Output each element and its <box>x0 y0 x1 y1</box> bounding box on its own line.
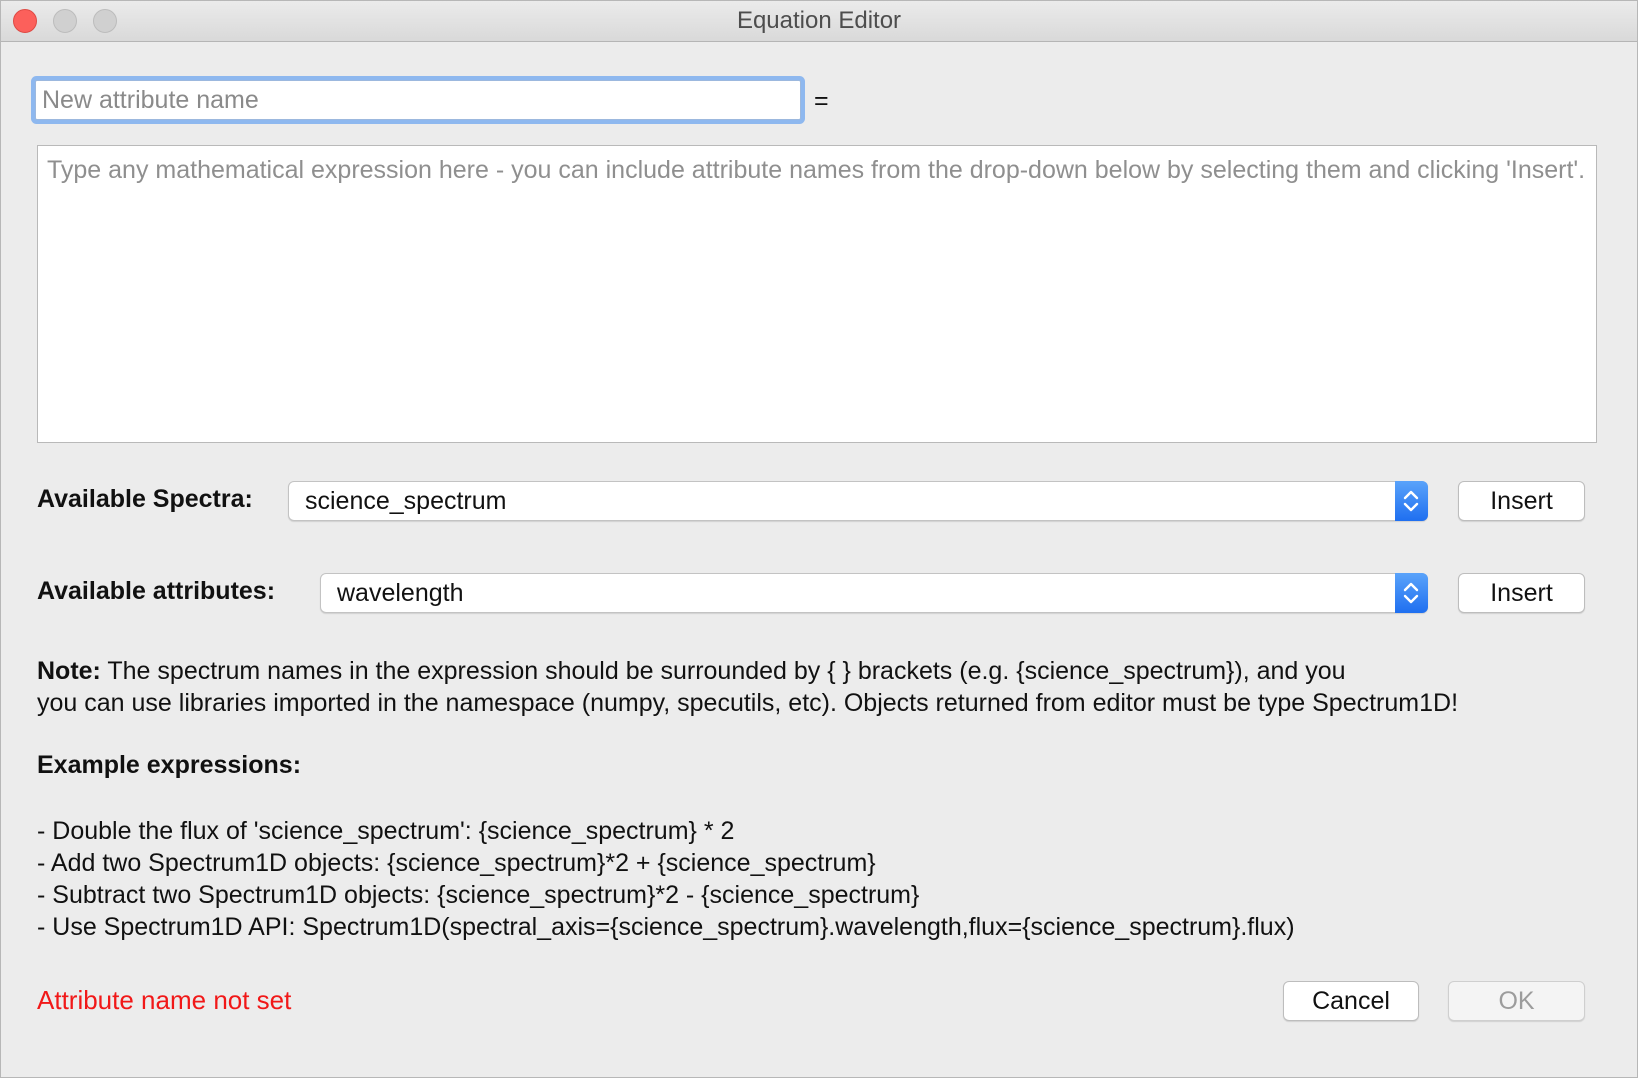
note-line-1-text: The spectrum names in the expression sho… <box>100 657 1346 685</box>
example-item: - Use Spectrum1D API: Spectrum1D(spectra… <box>37 913 1295 941</box>
example-item: - Double the flux of 'science_spectrum':… <box>37 817 735 845</box>
example-item: - Add two Spectrum1D objects: {science_s… <box>37 849 876 877</box>
equation-editor-window: Equation Editor = Available Spectra: sci… <box>0 0 1638 1078</box>
insert-attribute-button[interactable]: Insert <box>1458 573 1585 613</box>
expression-editor[interactable] <box>37 145 1597 443</box>
attribute-name-input[interactable] <box>35 80 801 120</box>
attributes-dropdown[interactable]: wavelength <box>320 573 1428 613</box>
equals-sign: = <box>814 87 829 115</box>
cancel-button[interactable]: Cancel <box>1283 981 1419 1021</box>
status-message: Attribute name not set <box>37 985 292 1015</box>
note-lead: Note: <box>37 657 101 685</box>
attributes-dropdown-value: wavelength <box>337 579 464 607</box>
up-down-chevron-icon[interactable] <box>1395 481 1428 521</box>
note-line-2: you can use libraries imported in the na… <box>37 689 1459 717</box>
note-text: Note: The spectrum names in the expressi… <box>37 655 1607 719</box>
ok-button[interactable]: OK <box>1448 981 1585 1021</box>
note-line-1: Note: The spectrum names in the expressi… <box>37 655 1607 687</box>
examples-list: - Double the flux of 'science_spectrum':… <box>37 815 1295 943</box>
window-title: Equation Editor <box>736 7 902 34</box>
available-attributes-label: Available attributes: <box>37 577 276 605</box>
spectra-dropdown-value: science_spectrum <box>305 487 507 515</box>
up-down-chevron-icon[interactable] <box>1395 573 1428 613</box>
examples-title: Example expressions: <box>37 751 302 779</box>
example-item: - Subtract two Spectrum1D objects: {scie… <box>37 881 920 909</box>
insert-spectrum-button[interactable]: Insert <box>1458 481 1585 521</box>
spectra-dropdown[interactable]: science_spectrum <box>288 481 1428 521</box>
available-spectra-label: Available Spectra: <box>37 485 253 513</box>
title-bar[interactable]: Equation Editor <box>1 1 1637 42</box>
